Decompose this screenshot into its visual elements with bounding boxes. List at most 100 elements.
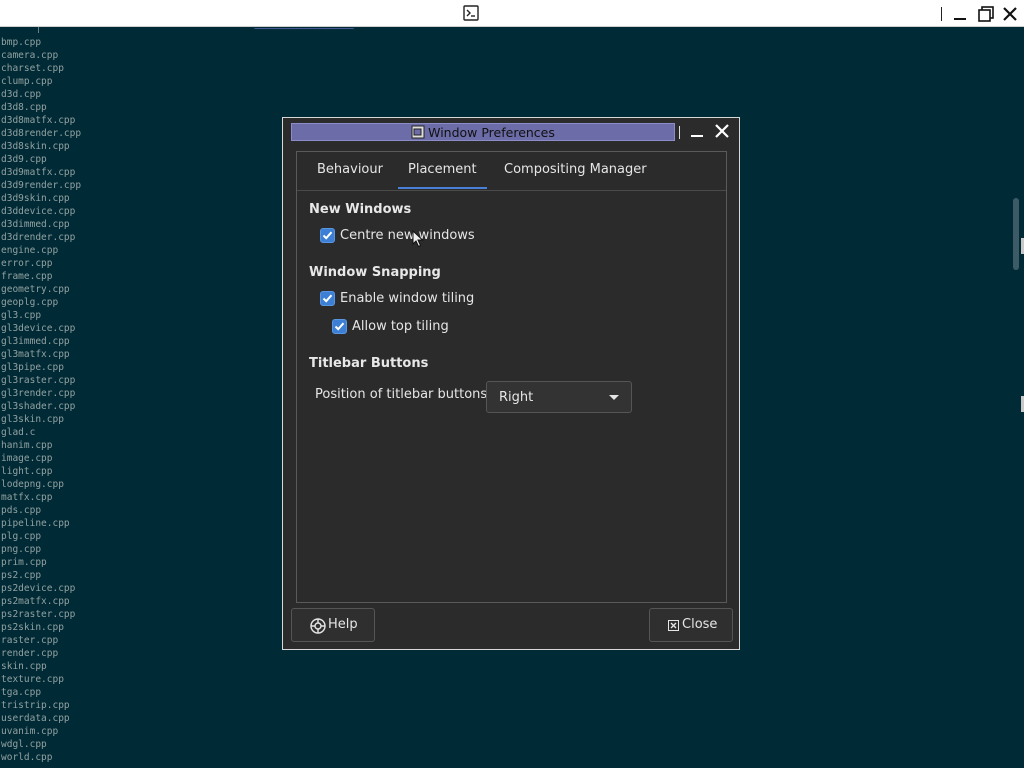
tilde-line: ~~~~~~~~~~~~~~~~~~~~~~~~~~ bbox=[254, 24, 354, 33]
close-icon[interactable] bbox=[714, 123, 730, 139]
file-list-item: userdata.cpp bbox=[1, 713, 70, 724]
file-list-item: d3dimmed.cpp bbox=[1, 219, 70, 230]
tab-behaviour[interactable]: Behaviour bbox=[307, 152, 393, 189]
file-list-item: ps2device.cpp bbox=[1, 583, 76, 594]
file-list-item: ps2.cpp bbox=[1, 570, 42, 581]
file-list-item: lodepng.cpp bbox=[1, 479, 64, 490]
file-list-item: d3d9matfx.cpp bbox=[1, 167, 76, 178]
file-list-item: d3d8skin.cpp bbox=[1, 141, 70, 152]
checkbox-box[interactable] bbox=[320, 291, 335, 306]
file-list-item: wdgl.cpp bbox=[1, 739, 47, 750]
section-title-window-snapping: Window Snapping bbox=[309, 265, 441, 280]
file-list-item: gl3matfx.cpp bbox=[1, 349, 70, 360]
help-button-label: Help bbox=[328, 617, 358, 632]
help-icon bbox=[310, 618, 326, 634]
file-list-item: gl3raster.cpp bbox=[1, 375, 76, 386]
checkmark-icon bbox=[322, 294, 333, 303]
file-list-item: d3d9render.cpp bbox=[1, 180, 82, 191]
file-list-item: matfx.cpp bbox=[1, 492, 53, 503]
file-list-item: clump.cpp bbox=[1, 76, 53, 87]
terminal-titlebar[interactable] bbox=[0, 0, 1024, 27]
dialog-title: Window Preferences bbox=[292, 125, 674, 140]
file-listing: bmp.cpp camera.cpp charset.cpp clump.cpp d3d… bbox=[1, 36, 81, 764]
file-list-item: world.cpp bbox=[1, 752, 53, 763]
file-list-item: uvanim.cpp bbox=[1, 726, 59, 737]
minimize-icon[interactable] bbox=[951, 5, 969, 23]
file-list-item: geometry.cpp bbox=[1, 284, 70, 295]
dialog-titlebar[interactable]: Window Preferences bbox=[291, 123, 675, 141]
file-list-item: light.cpp bbox=[1, 466, 53, 477]
file-list-item: gl3render.cpp bbox=[1, 388, 76, 399]
help-button[interactable]: Help bbox=[291, 608, 375, 642]
tab-compositing-manager[interactable]: Compositing Manager bbox=[494, 152, 657, 189]
file-list-item: glad.c bbox=[1, 427, 36, 438]
dropdown-value: Right bbox=[499, 390, 534, 405]
close-button[interactable]: Close bbox=[649, 608, 733, 642]
file-list-item: d3d9skin.cpp bbox=[1, 193, 70, 204]
file-list-item: camera.cpp bbox=[1, 50, 59, 61]
file-list-item: prim.cpp bbox=[1, 557, 47, 568]
file-list-item: tristrip.cpp bbox=[1, 700, 70, 711]
file-list-item: d3d8matfx.cpp bbox=[1, 115, 76, 126]
checkmark-icon bbox=[334, 322, 345, 331]
file-list-item: pipeline.cpp bbox=[1, 518, 70, 529]
close-icon bbox=[668, 620, 679, 631]
file-list-item: skin.cpp bbox=[1, 661, 47, 672]
close-button-label: Close bbox=[682, 617, 718, 632]
file-list-item: error.cpp bbox=[1, 258, 53, 269]
file-list-item: plg.cpp bbox=[1, 531, 42, 542]
maximize-icon[interactable] bbox=[977, 5, 995, 23]
checkbox-box[interactable] bbox=[332, 319, 347, 334]
file-list-item: engine.cpp bbox=[1, 245, 59, 256]
file-list-item: d3d.cpp bbox=[1, 89, 42, 100]
checkbox-label: Centre new windows bbox=[340, 228, 475, 243]
file-list-item: d3ddevice.cpp bbox=[1, 206, 76, 217]
file-list-item: gl3device.cpp bbox=[1, 323, 76, 334]
file-list-item: image.cpp bbox=[1, 453, 53, 464]
minimize-icon[interactable] bbox=[689, 123, 705, 139]
file-list-item: pds.cpp bbox=[1, 505, 42, 516]
file-list-item: render.cpp bbox=[1, 648, 59, 659]
tab-frame: Behaviour Placement Compositing Manager … bbox=[296, 151, 727, 603]
tab-placement[interactable]: Placement bbox=[398, 152, 487, 189]
checkbox-label: Allow top tiling bbox=[352, 319, 449, 334]
file-list-item: ps2skin.cpp bbox=[1, 622, 64, 633]
titlebar-buttons-position-dropdown[interactable]: Right bbox=[486, 381, 632, 413]
file-list-item: png.cpp bbox=[1, 544, 42, 555]
terminal-icon bbox=[463, 5, 479, 21]
cursor-tick bbox=[38, 27, 39, 33]
file-list-item: ps2raster.cpp bbox=[1, 609, 76, 620]
file-list-item: gl3skin.cpp bbox=[1, 414, 64, 425]
file-list-item: tga.cpp bbox=[1, 687, 42, 698]
file-list-item: gl3.cpp bbox=[1, 310, 42, 321]
checkbox-label: Enable window tiling bbox=[340, 291, 475, 306]
file-list-item: texture.cpp bbox=[1, 674, 64, 685]
mouse-pointer-icon bbox=[412, 230, 424, 248]
file-list-item: charset.cpp bbox=[1, 63, 64, 74]
file-list-item: gl3shader.cpp bbox=[1, 401, 76, 412]
checkmark-icon bbox=[322, 231, 333, 240]
dialog-title-text: Window Preferences bbox=[428, 125, 555, 140]
file-list-item: frame.cpp bbox=[1, 271, 53, 282]
file-list-item: gl3immed.cpp bbox=[1, 336, 70, 347]
file-list-item: hanim.cpp bbox=[1, 440, 53, 451]
tab-bar: Behaviour Placement Compositing Manager bbox=[297, 152, 726, 191]
titlebar-separator bbox=[941, 7, 942, 21]
section-title-titlebar-buttons: Titlebar Buttons bbox=[309, 356, 429, 371]
file-list-item: d3d9.cpp bbox=[1, 154, 47, 165]
file-list-item: d3d8.cpp bbox=[1, 102, 47, 113]
section-title-new-windows: New Windows bbox=[309, 202, 412, 217]
close-icon[interactable] bbox=[1001, 5, 1019, 23]
file-list-item: gl3pipe.cpp bbox=[1, 362, 64, 373]
file-list-item: raster.cpp bbox=[1, 635, 59, 646]
titlebar-separator bbox=[679, 126, 680, 139]
window-preferences-icon bbox=[411, 125, 425, 139]
checkbox-box[interactable] bbox=[320, 228, 335, 243]
file-list-item: geoplg.cpp bbox=[1, 297, 59, 308]
chevron-down-icon bbox=[609, 395, 619, 400]
file-list-item: d3d8render.cpp bbox=[1, 128, 82, 139]
window-preferences-dialog: Window Preferences Behaviour Placement C… bbox=[282, 117, 740, 650]
terminal-scrollbar[interactable] bbox=[1013, 198, 1019, 270]
file-list-item: bmp.cpp bbox=[1, 37, 42, 48]
file-list-item: d3drender.cpp bbox=[1, 232, 76, 243]
